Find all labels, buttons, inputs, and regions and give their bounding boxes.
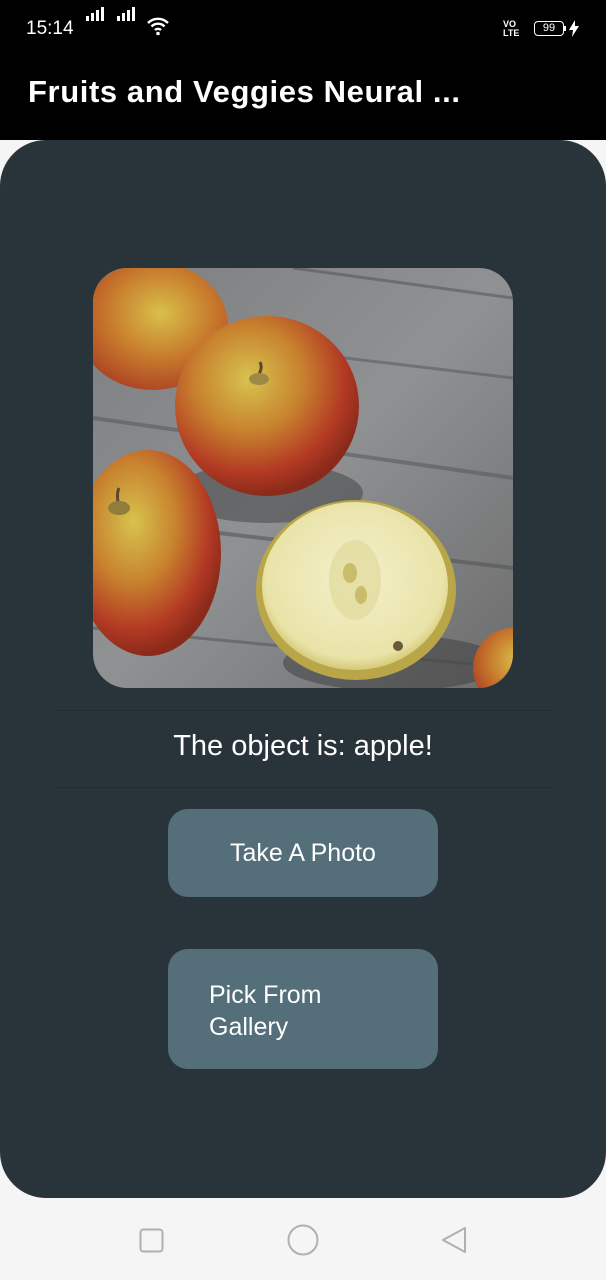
app-title: Fruits and Veggies Neural ... — [28, 74, 461, 109]
status-time: 15:14 — [26, 18, 74, 39]
battery-tip — [564, 26, 566, 31]
main-card: The object is: apple! Take A Photo Pick … — [0, 140, 606, 1198]
wifi-icon — [147, 17, 169, 36]
take-photo-button[interactable]: Take A Photo — [168, 809, 438, 897]
pick-from-gallery-button[interactable]: Pick From Gallery — [168, 949, 438, 1069]
navigation-bar — [0, 1198, 606, 1280]
prediction-result: The object is: apple! — [173, 730, 433, 762]
battery-icon: 99 — [534, 21, 564, 36]
charging-bolt-icon — [569, 20, 579, 37]
result-divider-top — [52, 710, 556, 711]
home-icon[interactable] — [287, 1224, 319, 1256]
back-icon[interactable] — [440, 1226, 468, 1254]
result-divider-bottom — [52, 787, 556, 788]
apple-photo — [93, 268, 513, 688]
recent-apps-icon[interactable] — [139, 1228, 164, 1253]
volte-indicator: VO LTE — [503, 19, 520, 38]
app-header: 15:14 VO LTE 99 Fruits and Veggies Neural… — [0, 0, 606, 140]
